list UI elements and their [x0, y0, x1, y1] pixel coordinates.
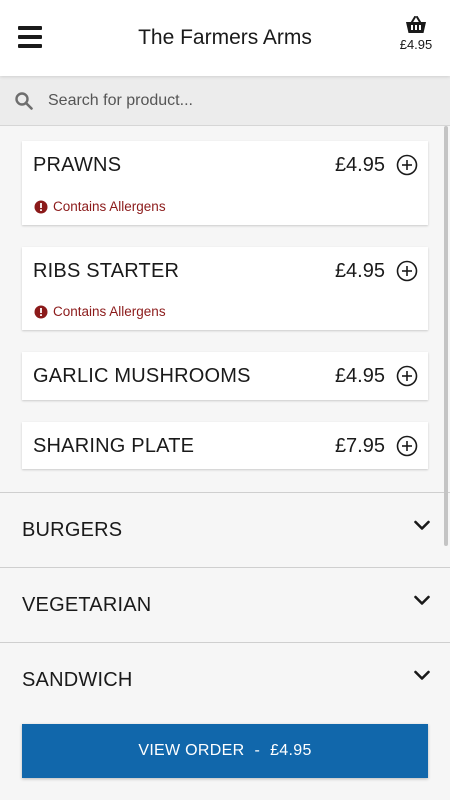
allergen-warning: Contains Allergens: [34, 199, 166, 214]
product-name: GARLIC MUSHROOMS: [33, 365, 251, 387]
basket-total: £4.95: [399, 37, 433, 52]
category-vegetarian[interactable]: VEGETARIAN: [0, 567, 450, 642]
category-label: VEGETARIAN: [22, 594, 152, 616]
view-order-button[interactable]: VIEW ORDER - £4.95: [22, 724, 428, 778]
alert-circle-icon: [34, 305, 48, 318]
hamburger-menu-icon[interactable]: [18, 26, 42, 48]
product-name: SHARING PLATE: [33, 435, 195, 457]
chevron-down-icon: [414, 520, 430, 530]
product-list: PRAWNS £4.95 Contains Allergens RIBS STA…: [0, 126, 450, 492]
page-title: The Farmers Arms: [138, 26, 312, 49]
chevron-down-icon: [414, 595, 430, 605]
allergen-warning: Contains Allergens: [34, 304, 166, 319]
product-price: £4.95: [334, 365, 385, 387]
basket-icon: [406, 16, 426, 33]
allergen-label: Contains Allergens: [53, 199, 166, 214]
add-circle-icon[interactable]: [396, 260, 418, 282]
product-price: £4.95: [334, 260, 385, 282]
view-order-label: VIEW ORDER: [138, 742, 245, 759]
chevron-down-icon: [414, 670, 430, 680]
category-label: BURGERS: [22, 519, 123, 541]
product-name: RIBS STARTER: [33, 260, 180, 282]
add-circle-icon[interactable]: [396, 435, 418, 457]
scrollbar[interactable]: [444, 126, 448, 546]
category-sandwich[interactable]: SANDWICH: [0, 642, 450, 717]
product-price: £4.95: [334, 154, 385, 176]
add-circle-icon[interactable]: [396, 154, 418, 176]
product-card[interactable]: GARLIC MUSHROOMS £4.95: [22, 352, 428, 400]
product-card[interactable]: RIBS STARTER £4.95 Contains Allergens: [22, 247, 428, 330]
product-card[interactable]: PRAWNS £4.95 Contains Allergens: [22, 141, 428, 225]
alert-circle-icon: [34, 200, 48, 213]
app-header: The Farmers Arms £4.95: [0, 0, 450, 76]
search-icon: [15, 92, 33, 110]
basket-button[interactable]: £4.95: [394, 16, 438, 52]
product-price: £7.95: [334, 435, 385, 457]
category-label: SANDWICH: [22, 669, 133, 691]
product-name: PRAWNS: [33, 154, 122, 176]
search-input[interactable]: [48, 86, 428, 116]
search-bar: [0, 76, 450, 126]
category-burgers[interactable]: BURGERS: [0, 492, 450, 567]
allergen-label: Contains Allergens: [53, 304, 166, 319]
add-circle-icon[interactable]: [396, 365, 418, 387]
view-order-total: £4.95: [270, 742, 312, 759]
view-order-separator: -: [254, 742, 261, 759]
product-card[interactable]: SHARING PLATE £7.95: [22, 422, 428, 469]
